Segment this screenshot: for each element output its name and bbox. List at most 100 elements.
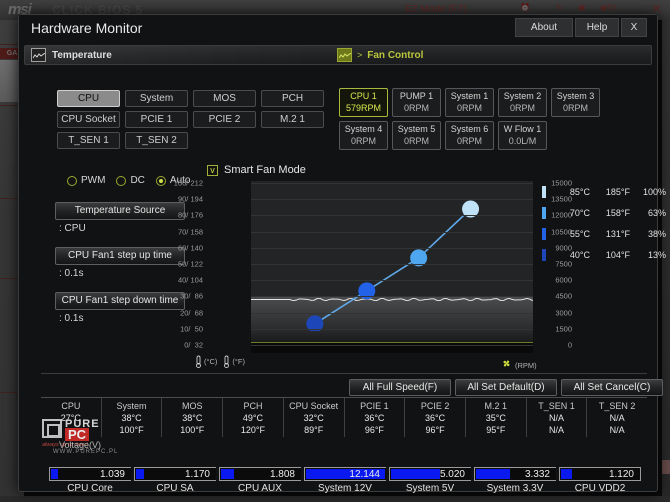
sensor-celsius: 49°C [242,413,264,423]
fan-tab[interactable]: System 5 0RPM [392,121,441,150]
sensor-celsius: N/A [609,413,625,423]
chart-gridline [251,183,533,184]
fan-mode-radio-pwm[interactable]: PWM [67,175,105,186]
voltage-value: 12.144 [349,469,380,480]
temp-source-tab[interactable]: CPU Socket [57,111,120,128]
sensor-fahrenheit: 120°F [240,425,266,435]
legend-row: 40°C 104°F 13% [542,244,666,265]
voltage-value: 3.332 [524,469,550,480]
fan-curve-svg[interactable] [251,181,551,331]
smart-fan-mode-checkbox[interactable]: v [207,164,218,176]
fan-action-button[interactable]: All Set Cancel(C) [561,379,663,396]
voltage-bar-track: 1.170 [134,467,216,481]
voltage-readout: 1.039 CPU Core [49,467,131,501]
temperature-section-header: Temperature [31,48,112,62]
fan-tab[interactable]: W Flow 1 0.0L/M [498,121,547,150]
voltage-rail-name: System 12V [318,483,372,494]
fan-tab[interactable]: System 1 0RPM [445,88,494,117]
thermometer-icon [223,355,230,368]
fan-tab[interactable]: System 6 0RPM [445,121,494,150]
sensor-name: System [116,401,147,411]
voltage-value: 1.120 [608,469,634,480]
voltage-bar-track: 1.039 [49,467,131,481]
radio-icon[interactable] [67,175,77,186]
legend-row: 85°C 185°F 100% [542,181,666,202]
temp-source-tab[interactable]: PCIE 2 [193,111,256,128]
temperature-readout-cell: PCIE 1 36°C 96°F [345,398,406,437]
legend-duty-percent: 100% [642,186,666,197]
about-button[interactable]: About [515,18,573,37]
sensor-celsius: 36°C [364,413,385,423]
chart-gridline [251,313,533,314]
smart-fan-mode-row[interactable]: v Smart Fan Mode [207,164,306,176]
fan-action-button[interactable]: All Full Speed(F) [349,379,451,396]
temperature-readout-cell: CPU Socket 32°C 89°F [284,398,345,437]
voltage-bar-fill [221,469,234,479]
temperature-header-label: Temperature [52,49,112,61]
voltage-rail-name: CPU SA [156,483,194,494]
legend-fahrenheit: 131°F [605,228,630,239]
temp-source-tab[interactable]: T_SEN 2 [125,132,188,149]
fan-action-button[interactable]: All Set Default(D) [455,379,557,396]
fan-tab-value: 0RPM [456,103,482,113]
voltage-bar-fill [51,469,59,479]
fan-control-header-label: Fan Control [367,49,424,61]
sensor-name: T_SEN 2 [598,401,636,411]
close-button[interactable]: X [621,18,647,37]
fan-tab[interactable]: CPU 1 579RPM [339,88,388,117]
legend-duty-percent: 13% [647,249,666,260]
fan-curve-legend: 85°C 185°F 100% 70°C 158°F 63% 55°C 131°F 38% 40°… [542,181,666,265]
fan-tab-name: System 2 [503,91,542,101]
fan-tab[interactable]: PUMP 1 0RPM [392,88,441,117]
legend-color-swatch [542,248,546,261]
y-axis-left-tick: 100/ 212 [173,178,203,188]
y-axis-left-tick: 90/ 194 [177,194,203,204]
fan-tab[interactable]: System 3 0RPM [551,88,600,117]
legend-fahrenheit: 185°F [605,186,630,197]
temp-source-tab[interactable]: M.2 1 [261,111,324,128]
temperature-chart-icon [31,48,46,62]
page-title: Hardware Monitor [31,20,143,36]
sensor-fahrenheit: 100°F [180,425,205,435]
fan-tab-value: 0RPM [562,103,588,113]
y-axis-left-tick: 10/ 50 [180,324,203,334]
temp-source-tab[interactable]: PCIE 1 [125,111,188,128]
temperature-readout-cell: PCH 49°C 120°F [223,398,284,437]
radio-icon[interactable] [116,175,127,186]
chevron-right-icon: > [357,50,363,60]
temp-source-tab[interactable]: T_SEN 1 [57,132,120,149]
voltage-value: 1.808 [269,469,295,480]
sensor-name: M.2 1 [484,401,508,411]
voltage-section-label: Voltage(V) [59,440,102,450]
fan-mode-label: PWM [81,175,106,186]
sensor-fahrenheit: 89°F [304,425,324,435]
voltage-value: 5.020 [439,469,465,480]
sensor-fahrenheit: N/A [548,425,564,435]
help-button[interactable]: Help [575,18,619,37]
fan-curve-plot-area[interactable] [251,181,533,353]
fan-curve-line [314,208,472,325]
fan-tab-name: PUMP 1 [399,91,434,101]
sensor-celsius: 38°C [121,413,142,423]
fan-tab[interactable]: System 2 0RPM [498,88,547,117]
section-divider [41,373,647,374]
temperature-readout-cell: T_SEN 2 N/A N/A [587,398,647,437]
voltage-bar-track: 12.144 [304,467,386,481]
section-header-strip: Temperature > Fan Control [24,45,652,65]
sensor-fahrenheit: 95°F [486,425,506,435]
temp-source-tab[interactable]: System [125,90,188,107]
temperature-readout-cell: T_SEN 1 N/A N/A [527,398,588,437]
temp-source-tab[interactable]: PCH [261,90,324,107]
fan-mode-radio-dc[interactable]: DC [116,175,145,186]
chart-gridline [251,248,533,249]
fan-tab-value: 579RPM [345,103,381,113]
fan-curve-chart[interactable]: 100/ 212 15000 90/ 194 13500 80/ 176 12000 70/… [174,179,572,353]
temp-source-tab[interactable]: MOS [193,90,256,107]
fan-tab[interactable]: System 4 0RPM [339,121,388,150]
legend-celsius: 40°C [569,249,590,260]
temp-source-tab[interactable]: CPU [57,90,120,107]
y-axis-left-tick: 30/ 86 [180,291,203,301]
fan-mode-label: DC [130,175,145,186]
voltage-bar-fill [561,469,573,479]
y-axis-left-tick: 0/ 32 [184,340,203,350]
